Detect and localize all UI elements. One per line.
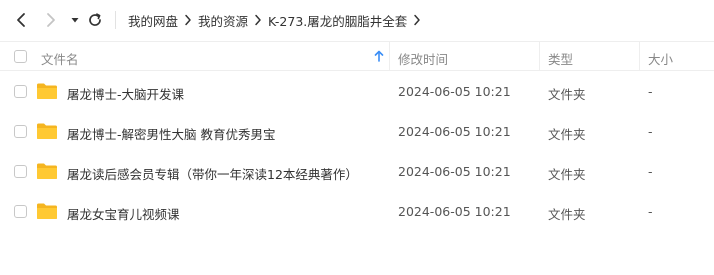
breadcrumb-item-my-drive[interactable]: 我的网盘	[128, 11, 178, 30]
folder-icon	[37, 163, 57, 179]
file-row[interactable]: 屠龙博士-解密男性大脑 教育优秀男宝 2024-06-05 10:21 文件夹 …	[0, 112, 714, 152]
breadcrumb-item-current-folder[interactable]: K-273.屠龙的胭脂井全套	[268, 11, 407, 30]
file-name[interactable]: 屠龙博士-大脑开发课	[67, 84, 184, 103]
file-row[interactable]: 屠龙女宝育儿视频课 2024-06-05 10:21 文件夹 -	[0, 192, 714, 232]
file-name[interactable]: 屠龙女宝育儿视频课	[67, 204, 180, 223]
breadcrumb: 我的网盘 我的资源 K-273.屠龙的胭脂井全套	[128, 0, 427, 40]
file-modified-time: 2024-06-05 10:21	[398, 84, 511, 99]
breadcrumb-chevron-icon[interactable]	[407, 14, 427, 26]
column-divider[interactable]	[539, 42, 540, 71]
column-header-type[interactable]: 类型	[548, 49, 573, 68]
history-dropdown-button[interactable]	[64, 9, 86, 31]
chevron-left-icon	[17, 13, 25, 27]
file-modified-time: 2024-06-05 10:21	[398, 124, 511, 139]
caret-down-icon	[71, 18, 79, 23]
file-type: 文件夹	[548, 127, 586, 142]
column-divider[interactable]	[389, 42, 390, 71]
column-header-name[interactable]: 文件名	[41, 49, 79, 68]
folder-icon	[37, 83, 57, 99]
file-modified-time: 2024-06-05 10:21	[398, 204, 511, 219]
select-all-checkbox[interactable]	[14, 50, 27, 63]
column-divider[interactable]	[639, 42, 640, 71]
file-modified-time: 2024-06-05 10:21	[398, 164, 511, 179]
file-type: 文件夹	[548, 207, 586, 222]
file-size: -	[648, 164, 653, 179]
file-type: 文件夹	[548, 167, 586, 182]
file-row[interactable]: 屠龙读后感会员专辑（带你一年深读12本经典著作） 2024-06-05 10:2…	[0, 152, 714, 192]
folder-icon	[37, 123, 57, 139]
file-list-header: 文件名 修改时间 类型 大小	[0, 41, 714, 71]
file-size: -	[648, 204, 653, 219]
file-name[interactable]: 屠龙博士-解密男性大脑 教育优秀男宝	[67, 124, 276, 143]
file-size: -	[648, 84, 653, 99]
file-type: 文件夹	[548, 87, 586, 102]
breadcrumb-chevron-icon	[178, 14, 198, 26]
refresh-icon	[89, 13, 101, 26]
arrow-up-icon[interactable]	[374, 50, 384, 65]
file-row[interactable]: 屠龙博士-大脑开发课 2024-06-05 10:21 文件夹 -	[0, 72, 714, 112]
nav-divider	[115, 11, 116, 29]
chevron-right-icon	[47, 13, 55, 27]
refresh-button[interactable]	[84, 9, 106, 31]
row-checkbox[interactable]	[14, 165, 27, 178]
back-button[interactable]	[10, 9, 32, 31]
breadcrumb-item-my-resources[interactable]: 我的资源	[198, 11, 248, 30]
file-name[interactable]: 屠龙读后感会员专辑（带你一年深读12本经典著作）	[67, 164, 358, 183]
column-header-modified[interactable]: 修改时间	[398, 49, 448, 68]
row-checkbox[interactable]	[14, 205, 27, 218]
row-checkbox[interactable]	[14, 85, 27, 98]
folder-icon	[37, 203, 57, 219]
row-checkbox[interactable]	[14, 125, 27, 138]
navigation-bar: 我的网盘 我的资源 K-273.屠龙的胭脂井全套	[0, 0, 714, 40]
column-header-size[interactable]: 大小	[648, 49, 673, 68]
forward-button[interactable]	[40, 9, 62, 31]
breadcrumb-chevron-icon	[248, 14, 268, 26]
file-size: -	[648, 124, 653, 139]
